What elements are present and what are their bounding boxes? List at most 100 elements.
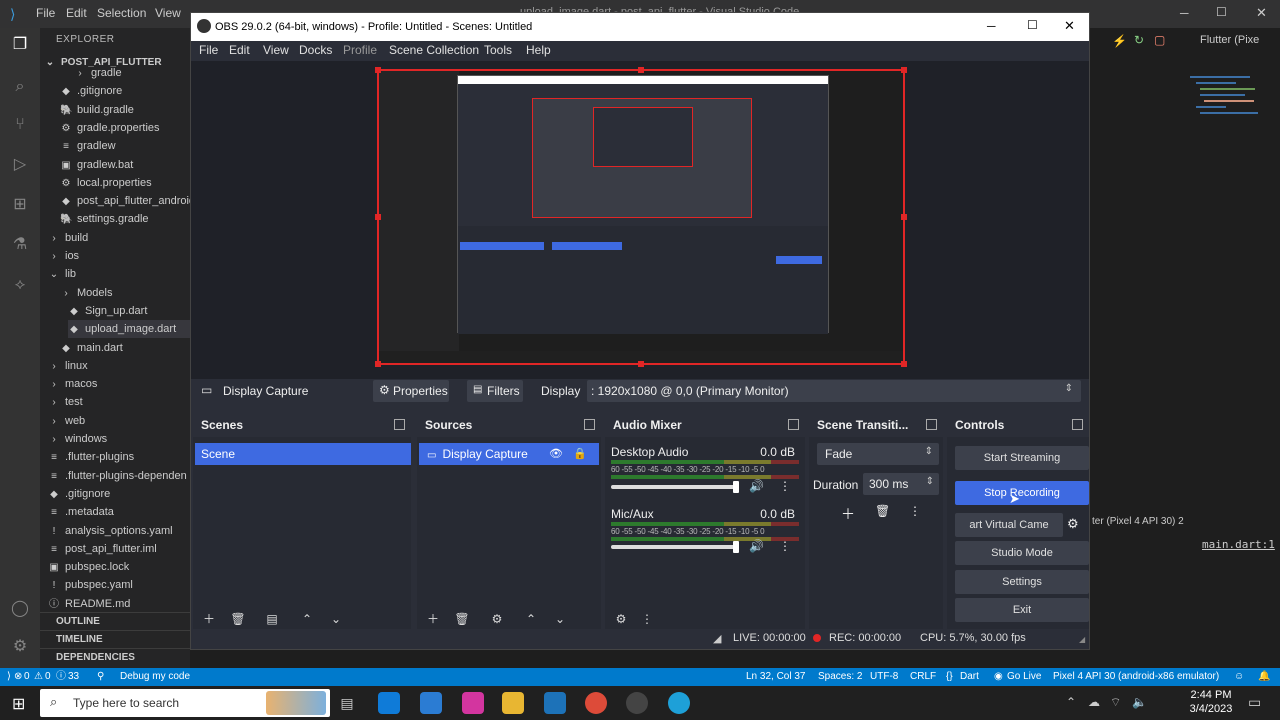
desktop-audio-speaker-icon[interactable]: 🔊 [749, 479, 764, 493]
debug-continue-icon[interactable]: ⚡ [1112, 34, 1127, 48]
obs-minimize-icon[interactable]: ─ [987, 19, 996, 33]
obs-menu-tools[interactable]: Tools [484, 43, 512, 57]
transition-menu-icon[interactable]: ⋮ [909, 504, 921, 518]
timeline-section[interactable]: TIMELINE [40, 630, 190, 648]
virtual-camera-settings-icon[interactable]: ⚙ [1067, 516, 1079, 532]
scene-down-icon[interactable]: ⌄ [328, 611, 344, 627]
explorer-file-item[interactable]: › test [48, 393, 82, 411]
taskbar-search-box[interactable]: ⌕ Type here to search [40, 689, 330, 717]
explorer-file-item[interactable]: ! pubspec.yaml [48, 576, 133, 594]
debug-link[interactable]: main.dart:1 [1202, 538, 1275, 551]
sources-float-icon[interactable] [584, 419, 595, 430]
remove-scene-icon[interactable]: 🗑 [230, 611, 246, 627]
mic-aux-volume-knob[interactable] [733, 541, 739, 553]
desktop-audio-menu-icon[interactable]: ⋮ [779, 479, 791, 493]
windows-start-icon[interactable]: ⊞ [12, 694, 25, 714]
studio-mode-button[interactable]: Studio Mode [955, 541, 1089, 565]
mic-aux-menu-icon[interactable]: ⋮ [779, 539, 791, 553]
errors-icon[interactable]: ⊗ [14, 668, 22, 686]
go-live[interactable]: Go Live [1007, 668, 1041, 686]
obs-close-icon[interactable]: ✕ [1064, 18, 1075, 34]
feedback-icon[interactable]: ☺ [1234, 668, 1244, 686]
vscode-menu-selection[interactable]: Selection [97, 6, 146, 20]
obs-menu-view[interactable]: View [263, 43, 289, 57]
explorer-file-item[interactable]: 🐘 build.gradle [60, 101, 134, 119]
run-debug-icon[interactable]: ▷ [9, 154, 31, 176]
start-virtual-camera-button[interactable]: art Virtual Came [955, 513, 1063, 537]
remove-transition-icon[interactable]: 🗑 [875, 504, 890, 518]
explorer-file-item[interactable]: › linux [48, 357, 87, 375]
resize-handle-l[interactable] [375, 214, 381, 220]
explorer-file-item[interactable]: › Models [60, 284, 112, 302]
debug-config[interactable]: Debug my code [120, 668, 190, 686]
explorer-file-item[interactable]: ≡ .metadata [48, 503, 114, 521]
add-source-icon[interactable]: ＋ [425, 611, 441, 627]
file-explorer-icon[interactable] [502, 692, 524, 714]
settings-button[interactable]: Settings [955, 570, 1089, 594]
source-control-icon[interactable]: ⑂ [9, 114, 31, 136]
scene-item[interactable]: Scene [195, 443, 411, 465]
explorer-file-item[interactable]: ! analysis_options.yaml [48, 522, 173, 540]
scene-filters-icon[interactable]: ▤ [264, 611, 280, 627]
edge-icon[interactable] [378, 692, 400, 714]
clock-time[interactable]: 2:44 PM [1186, 689, 1236, 701]
mic-aux-volume-slider[interactable] [611, 541, 739, 553]
debug-stop-icon[interactable]: ▢ [1154, 33, 1165, 47]
source-item[interactable]: ▭ Display Capture 👁 🔒 [419, 443, 599, 465]
tray-cloud-icon[interactable]: ☁ [1088, 695, 1100, 709]
start-streaming-button[interactable]: Start Streaming [955, 446, 1089, 470]
duration-spinbox[interactable]: 300 ms ⇕ [863, 473, 939, 495]
scene-up-icon[interactable]: ⌃ [299, 611, 315, 627]
explorer-file-item[interactable]: ≡ .flutter-plugins-dependen [48, 467, 187, 485]
device-selector[interactable]: ter (Pixel 4 API 30) 2 [1092, 516, 1184, 527]
info-icon[interactable]: ⓘ [56, 668, 66, 686]
desktop-audio-volume-slider[interactable] [611, 481, 739, 493]
clock-date[interactable]: 3/4/2023 [1186, 703, 1236, 715]
remote-icon[interactable]: ⟩ [4, 668, 14, 686]
explorer-file-item[interactable]: › windows [48, 430, 107, 448]
eol[interactable]: CRLF [910, 668, 936, 686]
explorer-file-item[interactable]: ◆ .gitignore [48, 485, 110, 503]
warnings-icon[interactable]: ⚠ [34, 668, 43, 686]
flutter-device[interactable]: Pixel 4 API 30 (android-x86 emulator) [1053, 668, 1219, 686]
obs-menu-profile[interactable]: Profile [343, 43, 377, 57]
scenes-float-icon[interactable] [394, 419, 405, 430]
tray-wifi-icon[interactable]: ⌔ [1110, 695, 1121, 710]
task-view-icon[interactable]: ▤ [336, 692, 358, 714]
notifications-icon[interactable]: 🔔 [1258, 668, 1270, 686]
store-icon[interactable] [420, 692, 442, 714]
explorer-file-item[interactable]: › gradle [74, 64, 121, 82]
obs-menu-help[interactable]: Help [526, 43, 551, 57]
info-count[interactable]: 33 [68, 668, 79, 686]
explorer-file-item[interactable]: ▣ pubspec.lock [48, 558, 129, 576]
debug-icon[interactable]: ⚲ [97, 668, 104, 686]
vscode-menu-view[interactable]: View [155, 6, 181, 20]
language-mode[interactable]: Dart [960, 668, 979, 686]
exit-button[interactable]: Exit [955, 598, 1089, 622]
resize-handle-r[interactable] [901, 214, 907, 220]
explorer-file-item[interactable]: ◆ .gitignore [60, 82, 122, 100]
flutter-icon[interactable]: ⟡ [9, 274, 31, 296]
explorer-file-item[interactable]: ⓘ README.md [48, 595, 130, 613]
mixer-menu-icon[interactable]: ⋮ [639, 611, 655, 627]
mic-aux-speaker-icon[interactable]: 🔊 [749, 539, 764, 553]
explorer-file-item[interactable]: ≡ .flutter-plugins [48, 448, 134, 466]
outline-section[interactable]: OUTLINE [40, 612, 190, 630]
source-up-icon[interactable]: ⌃ [523, 611, 539, 627]
manage-gear-icon[interactable]: ⚙ [9, 636, 31, 658]
mixer-advanced-icon[interactable]: ⚙ [613, 611, 629, 627]
vscode-menu-edit[interactable]: Edit [66, 6, 87, 20]
properties-button[interactable]: ⚙ Properties [373, 380, 449, 402]
obs-menu-edit[interactable]: Edit [229, 43, 250, 57]
display-select[interactable]: : 1920x1080 @ 0,0 (Primary Monitor) ⇕ [587, 380, 1081, 402]
explorer-file-item[interactable]: ▣ gradlew.bat [60, 156, 133, 174]
transition-select[interactable]: Fade ⇕ [817, 443, 939, 465]
add-scene-icon[interactable]: ＋ [201, 611, 217, 627]
explorer-file-item[interactable]: ⚙ gradle.properties [60, 119, 160, 137]
flutter-output-tab[interactable]: Flutter (Pixe [1200, 34, 1259, 46]
minimap[interactable] [1190, 72, 1270, 182]
eye-visibility-icon[interactable]: 👁 [549, 443, 563, 465]
indentation[interactable]: Spaces: 2 [818, 668, 862, 686]
resize-handle-bl[interactable] [375, 361, 381, 367]
encoding[interactable]: UTF-8 [870, 668, 898, 686]
